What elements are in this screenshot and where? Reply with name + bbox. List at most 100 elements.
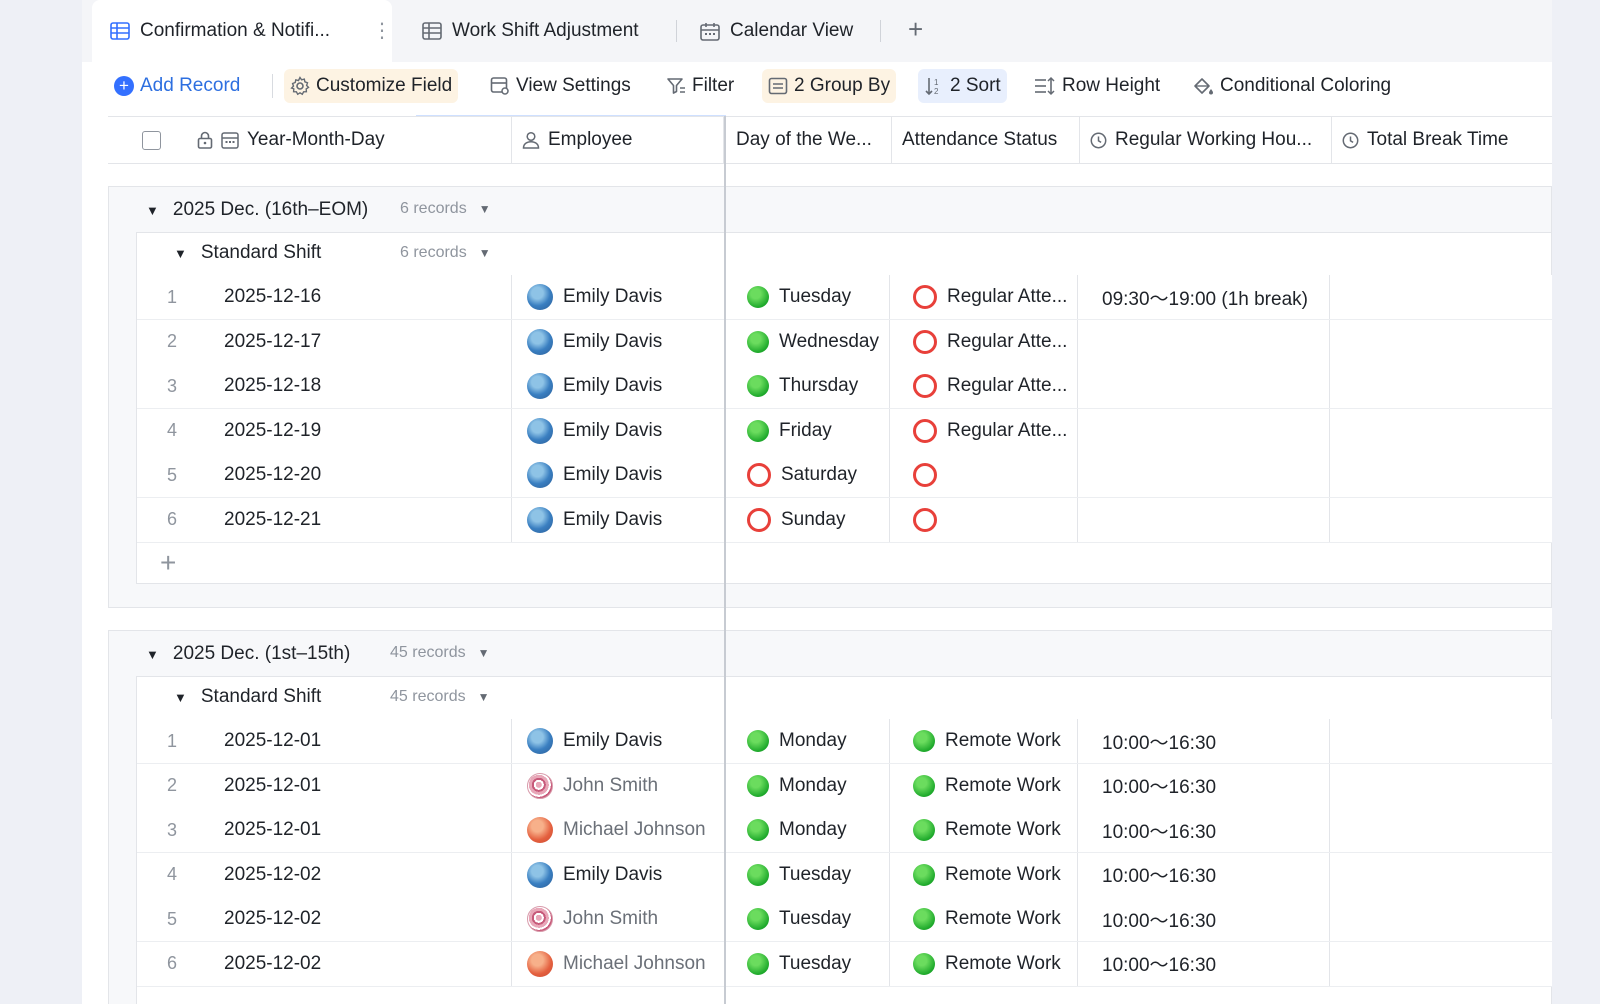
employee-cell[interactable]: Emily Davis bbox=[527, 275, 727, 319]
tab-calendar-view[interactable]: Calendar View bbox=[700, 0, 853, 62]
table-row[interactable]: 42025-12-02Emily DavisTuesdayRemote Work… bbox=[137, 853, 1552, 898]
tab-confirmation-notifications[interactable]: Confirmation & Notifi... bbox=[92, 0, 392, 62]
attendance-cell[interactable]: Remote Work bbox=[913, 719, 1093, 763]
filter-button[interactable]: Filter bbox=[660, 69, 740, 103]
frozen-column-divider[interactable] bbox=[724, 116, 726, 1004]
group-header[interactable]: ▼ 2025 Dec. (1st–15th) bbox=[146, 642, 350, 666]
table-row[interactable]: 52025-12-02John SmithTuesdayRemote Work1… bbox=[137, 897, 1552, 942]
day-cell[interactable]: Monday bbox=[747, 719, 897, 763]
working-hours-cell[interactable]: 10:00～16:30 bbox=[1102, 808, 1342, 852]
table-row[interactable]: 12025-12-01Emily DavisMondayRemote Work1… bbox=[137, 719, 1552, 764]
table-row[interactable]: 42025-12-19Emily DavisFridayRegular Atte… bbox=[137, 409, 1552, 454]
subgroup-record-count[interactable]: 6 records▼ bbox=[400, 244, 491, 262]
row-height-button[interactable]: Row Height bbox=[1028, 69, 1166, 103]
date-cell[interactable]: 2025-12-19 bbox=[224, 409, 464, 453]
header-date-column[interactable]: Year-Month-Day bbox=[108, 117, 512, 163]
date-cell[interactable]: 2025-12-02 bbox=[224, 853, 464, 897]
working-hours-cell[interactable]: 09:30～19:00 (1h break) bbox=[1102, 275, 1342, 319]
day-cell[interactable]: Sunday bbox=[747, 498, 897, 542]
employee-cell[interactable]: Emily Davis bbox=[527, 853, 727, 897]
attendance-cell[interactable] bbox=[913, 453, 1093, 497]
working-hours-cell[interactable]: 10:00～16:30 bbox=[1102, 719, 1342, 763]
attendance-cell[interactable]: Remote Work bbox=[913, 853, 1093, 897]
employee-cell[interactable]: John Smith bbox=[527, 764, 727, 808]
collapse-caret-icon[interactable]: ▼ bbox=[146, 647, 159, 662]
employee-cell[interactable]: Emily Davis bbox=[527, 409, 727, 453]
add-row-plus-icon[interactable]: + bbox=[160, 549, 176, 577]
employee-cell[interactable]: Emily Davis bbox=[527, 453, 727, 497]
table-row[interactable]: 12025-12-16Emily DavisTuesdayRegular Att… bbox=[137, 275, 1552, 320]
table-row[interactable]: 52025-12-20Emily DavisSaturday bbox=[137, 453, 1552, 498]
table-row[interactable]: 32025-12-18Emily DavisThursdayRegular At… bbox=[137, 364, 1552, 409]
date-cell[interactable]: 2025-12-20 bbox=[224, 453, 464, 497]
tab-more-icon[interactable]: ⋮ bbox=[372, 18, 392, 43]
attendance-cell[interactable] bbox=[913, 498, 1093, 542]
conditional-coloring-button[interactable]: Conditional Coloring bbox=[1186, 69, 1397, 103]
date-cell[interactable]: 2025-12-01 bbox=[224, 719, 464, 763]
day-cell[interactable]: Friday bbox=[747, 409, 897, 453]
collapse-caret-icon[interactable]: ▼ bbox=[174, 246, 187, 261]
subgroup-record-count[interactable]: 45 records▼ bbox=[390, 688, 489, 706]
group-record-count[interactable]: 6 records▼ bbox=[400, 200, 491, 218]
day-cell[interactable]: Tuesday bbox=[747, 853, 897, 897]
working-hours-cell[interactable]: 10:00～16:30 bbox=[1102, 764, 1342, 808]
customize-field-button[interactable]: Customize Field bbox=[284, 69, 458, 103]
date-cell[interactable]: 2025-12-02 bbox=[224, 942, 464, 986]
working-hours-cell[interactable] bbox=[1102, 409, 1342, 453]
group-by-button[interactable]: 2 Group By bbox=[762, 69, 896, 103]
day-cell[interactable]: Tuesday bbox=[747, 942, 897, 986]
table-row[interactable]: 22025-12-01John SmithMondayRemote Work10… bbox=[137, 764, 1552, 809]
header-attendance-column[interactable]: Attendance Status bbox=[892, 117, 1080, 163]
employee-cell[interactable]: Emily Davis bbox=[527, 719, 727, 763]
attendance-cell[interactable]: Remote Work bbox=[913, 764, 1093, 808]
table-row[interactable]: 22025-12-17Emily DavisWednesdayRegular A… bbox=[137, 320, 1552, 365]
day-cell[interactable]: Wednesday bbox=[747, 320, 897, 364]
attendance-cell[interactable]: Regular Atte... bbox=[913, 364, 1093, 408]
subgroup-header[interactable]: ▼ Standard Shift bbox=[174, 241, 321, 265]
tab-work-shift-adjustment[interactable]: Work Shift Adjustment bbox=[422, 0, 639, 62]
employee-cell[interactable]: Michael Johnson bbox=[527, 942, 727, 986]
attendance-cell[interactable]: Remote Work bbox=[913, 942, 1093, 986]
working-hours-cell[interactable]: 10:00～16:30 bbox=[1102, 853, 1342, 897]
header-break-column[interactable]: Total Break Time bbox=[1332, 117, 1552, 163]
day-cell[interactable]: Thursday bbox=[747, 364, 897, 408]
day-cell[interactable]: Monday bbox=[747, 808, 897, 852]
sort-button[interactable]: 12 2 Sort bbox=[918, 69, 1007, 103]
date-cell[interactable]: 2025-12-02 bbox=[224, 897, 464, 941]
date-cell[interactable]: 2025-12-18 bbox=[224, 364, 464, 408]
working-hours-cell[interactable] bbox=[1102, 320, 1342, 364]
add-view-plus-icon[interactable]: + bbox=[908, 16, 923, 42]
date-cell[interactable]: 2025-12-16 bbox=[224, 275, 464, 319]
attendance-cell[interactable]: Remote Work bbox=[913, 897, 1093, 941]
table-row[interactable]: 62025-12-02Michael JohnsonTuesdayRemote … bbox=[137, 942, 1552, 987]
attendance-cell[interactable]: Regular Atte... bbox=[913, 320, 1093, 364]
employee-cell[interactable]: Emily Davis bbox=[527, 320, 727, 364]
collapse-caret-icon[interactable]: ▼ bbox=[174, 690, 187, 705]
working-hours-cell[interactable]: 10:00～16:30 bbox=[1102, 897, 1342, 941]
day-cell[interactable]: Tuesday bbox=[747, 897, 897, 941]
date-cell[interactable]: 2025-12-21 bbox=[224, 498, 464, 542]
date-cell[interactable]: 2025-12-01 bbox=[224, 808, 464, 852]
group-record-count[interactable]: 45 records▼ bbox=[390, 644, 489, 662]
attendance-cell[interactable]: Regular Atte... bbox=[913, 275, 1093, 319]
working-hours-cell[interactable] bbox=[1102, 498, 1342, 542]
header-employee-column[interactable]: Employee bbox=[512, 117, 724, 163]
day-cell[interactable]: Tuesday bbox=[747, 275, 897, 319]
date-cell[interactable]: 2025-12-17 bbox=[224, 320, 464, 364]
employee-cell[interactable]: John Smith bbox=[527, 897, 727, 941]
group-header[interactable]: ▼ 2025 Dec. (16th–EOM) bbox=[146, 198, 368, 222]
table-row[interactable]: 62025-12-21Emily DavisSunday bbox=[137, 498, 1552, 543]
date-cell[interactable]: 2025-12-01 bbox=[224, 764, 464, 808]
header-hours-column[interactable]: Regular Working Hou... bbox=[1080, 117, 1332, 163]
view-settings-button[interactable]: View Settings bbox=[484, 69, 637, 103]
table-row[interactable]: 32025-12-01Michael JohnsonMondayRemote W… bbox=[137, 808, 1552, 853]
subgroup-header[interactable]: ▼ Standard Shift bbox=[174, 685, 321, 709]
employee-cell[interactable]: Emily Davis bbox=[527, 364, 727, 408]
working-hours-cell[interactable] bbox=[1102, 364, 1342, 408]
select-all-checkbox[interactable] bbox=[142, 131, 161, 150]
working-hours-cell[interactable]: 10:00～16:30 bbox=[1102, 942, 1342, 986]
employee-cell[interactable]: Michael Johnson bbox=[527, 808, 727, 852]
day-cell[interactable]: Saturday bbox=[747, 453, 897, 497]
attendance-cell[interactable]: Regular Atte... bbox=[913, 409, 1093, 453]
collapse-caret-icon[interactable]: ▼ bbox=[146, 203, 159, 218]
